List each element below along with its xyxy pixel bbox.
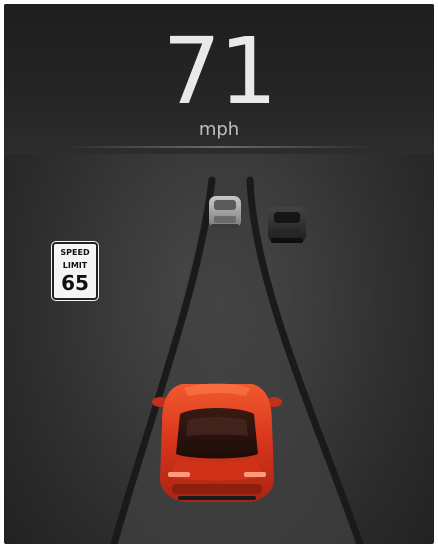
speed-limit-label-line1: SPEED: [60, 248, 90, 257]
speed-limit-sign: SPEED LIMIT 65: [52, 242, 98, 300]
speed-limit-value: 65: [61, 271, 89, 295]
instrument-cluster: 71 mph SPEED LIMIT 65: [4, 4, 434, 544]
ego-car-icon: [152, 383, 282, 502]
adjacent-vehicle-icon: [268, 207, 306, 243]
speed-limit-label-line2: LIMIT: [62, 261, 88, 270]
lead-vehicle-icon: [209, 196, 241, 228]
